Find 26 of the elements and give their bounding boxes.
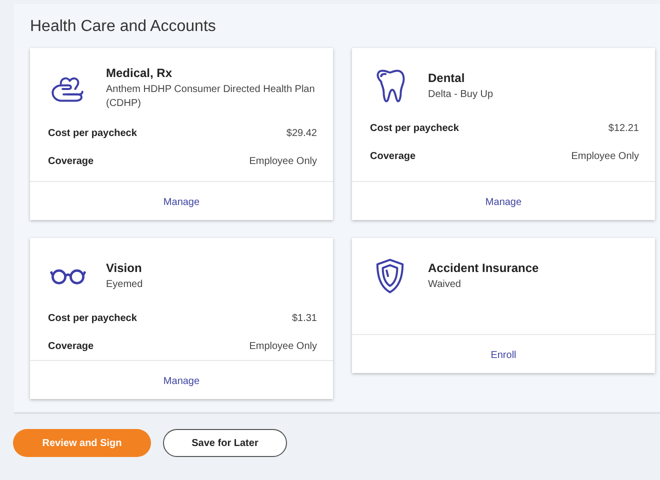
detail-label: Cost per paycheck xyxy=(48,312,137,324)
plan-name: Anthem HDHP Consumer Directed Health Plan (CDHP) xyxy=(106,83,316,111)
card-action-link[interactable]: Manage xyxy=(163,197,200,208)
plan-title: Accident Insurance xyxy=(428,260,539,274)
plan-title: Vision xyxy=(106,260,143,274)
plan-title: Medical, Rx xyxy=(106,66,174,80)
card-action-link[interactable]: Enroll xyxy=(490,350,516,361)
detail-value: Employee Only xyxy=(571,150,639,162)
plan-title: Dental xyxy=(428,70,466,84)
card-action-link[interactable]: Manage xyxy=(485,197,522,208)
detail-value: $12.21 xyxy=(608,122,639,134)
save-later-button[interactable]: Save for Later xyxy=(163,429,287,457)
detail-value: Employee Only xyxy=(249,156,317,166)
detail-value: Employee Only xyxy=(249,340,317,352)
detail-label: Coverage xyxy=(48,340,94,352)
detail-value: $29.42 xyxy=(286,128,317,138)
card-action-link[interactable]: Manage xyxy=(163,376,200,387)
section-title: Health Care and Accounts xyxy=(30,18,217,36)
plan-name: Delta - Buy Up xyxy=(428,88,494,102)
plan-name: Eyemed xyxy=(106,278,143,292)
detail-label: Coverage xyxy=(48,156,94,166)
plan-name: Waived xyxy=(428,278,462,292)
detail-label: Coverage xyxy=(370,150,416,162)
detail-value: $1.31 xyxy=(292,312,317,324)
detail-label: Cost per paycheck xyxy=(370,122,459,134)
detail-label: Cost per paycheck xyxy=(48,128,137,138)
